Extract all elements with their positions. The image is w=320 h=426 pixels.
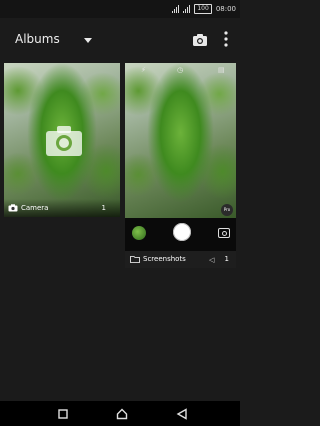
camera-icon xyxy=(8,204,18,212)
camera-icon xyxy=(193,34,207,46)
back-button[interactable] xyxy=(162,401,202,426)
settings-icon: ▤ xyxy=(218,66,225,74)
pro-badge: Pro xyxy=(221,204,233,216)
album-cover-image: ⚡ ◷ ▤ Pro xyxy=(125,63,236,218)
more-options-button[interactable] xyxy=(222,30,230,48)
album-caption: Screenshots ◁ 1 xyxy=(125,251,236,268)
folder-icon xyxy=(130,256,140,263)
album-count: 1 xyxy=(224,255,229,263)
app-bar: Albums xyxy=(0,18,240,63)
home-icon xyxy=(116,408,128,419)
album-tile-screenshots[interactable]: ⚡ ◷ ▤ Pro Screenshots ◁ 1 xyxy=(125,63,236,268)
square-recents-icon xyxy=(58,408,68,419)
viewfinder-top-icons: ⚡ ◷ ▤ xyxy=(125,66,236,76)
camera-overlay-icon xyxy=(45,125,83,157)
navigation-bar xyxy=(0,401,240,426)
screenshot-leaf-image xyxy=(125,63,236,218)
album-name: Screenshots xyxy=(143,255,186,263)
status-time: 08:00 xyxy=(215,5,236,13)
flash-icon: ⚡ xyxy=(141,66,146,74)
album-caption: Camera 1 xyxy=(4,199,120,217)
switch-camera-icon xyxy=(218,228,230,238)
timer-icon: ◷ xyxy=(177,66,184,74)
signal-icon-2 xyxy=(183,5,191,13)
camera-action-button[interactable] xyxy=(192,32,208,46)
back-small-icon: ◁ xyxy=(209,256,215,264)
battery-icon: 100 xyxy=(194,4,212,14)
status-icons: 100 08:00 xyxy=(172,2,236,16)
battery-level: 100 xyxy=(197,5,209,12)
signal-icon xyxy=(172,5,180,13)
shutter-icon xyxy=(173,223,191,241)
album-tile-camera[interactable]: Camera 1 xyxy=(4,63,120,217)
back-icon xyxy=(176,407,187,420)
gallery-thumbnail xyxy=(132,226,146,240)
home-button[interactable] xyxy=(102,401,142,426)
recents-button[interactable] xyxy=(43,401,83,426)
album-name: Camera xyxy=(21,204,49,212)
albums-dropdown-title[interactable]: Albums xyxy=(15,32,60,46)
camera-controls xyxy=(125,218,236,251)
album-count: 1 xyxy=(101,204,106,212)
status-bar: 100 08:00 xyxy=(0,0,240,18)
album-grid: Camera 1 ⚡ ◷ ▤ Pro Screenshots ◁ 1 xyxy=(0,63,240,401)
caret-down-icon[interactable] xyxy=(84,38,92,43)
more-vertical-icon xyxy=(224,31,228,47)
